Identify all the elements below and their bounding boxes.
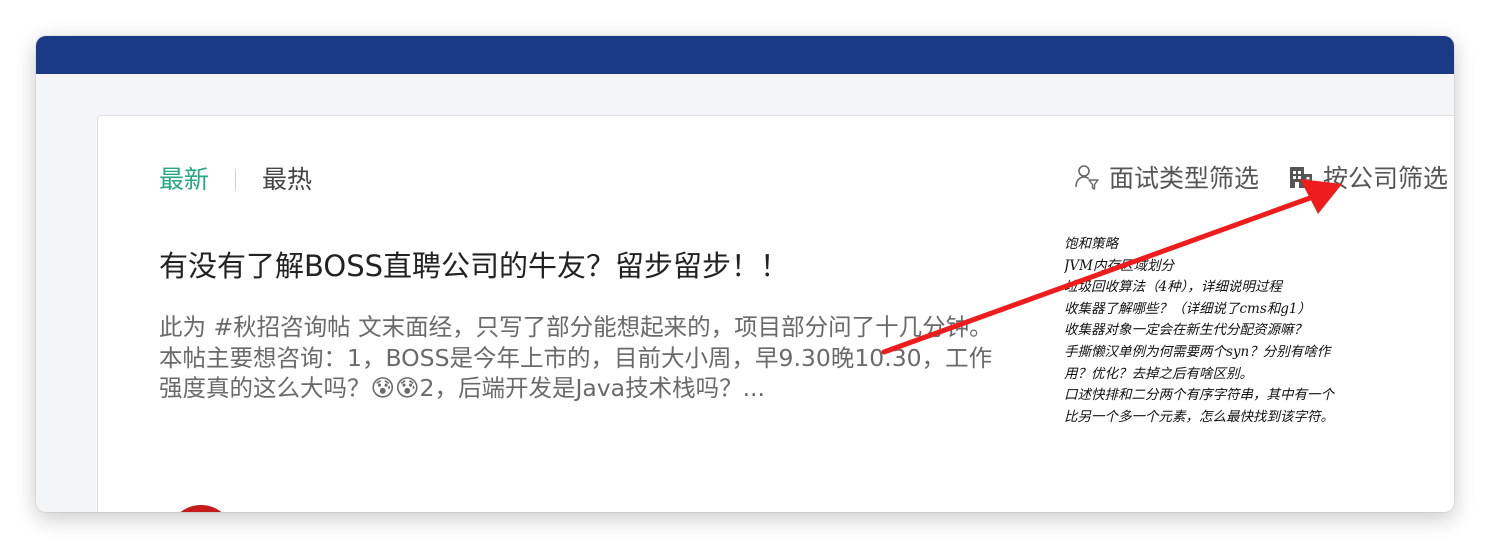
thumbnail-line: 手撕懒汉单例为何需要两个syn？分别有啥作 — [1064, 343, 1331, 360]
interview-type-filter-label: 面试类型筛选 — [1108, 164, 1259, 193]
thumbnail-line: 垃圾回收算法（4种），详细说明过程 — [1064, 279, 1282, 296]
post-thumbnail[interactable]: 饱和策略 JVM内存区域划分 垃圾回收算法（4种），详细说明过程 收集器了解哪些… — [1064, 234, 1424, 444]
company-filter-label: 按公司筛选 — [1322, 164, 1448, 193]
post-excerpt: 此为 #秋招咨询帖 文末面经，只写了部分能想起来的，项目部分问了十几分钟。本帖主… — [159, 313, 993, 402]
author-avatar[interactable] — [168, 505, 234, 512]
browser-window: 最新 最热 面试类型筛选 按公司筛选 有没有了解BOSS直聘公司的牛友？留步留步… — [36, 36, 1454, 512]
person-filter-icon — [1075, 165, 1099, 190]
building-icon — [1289, 167, 1312, 188]
thumbnail-line: 口述快排和二分两个有序字符串，其中有一个 — [1064, 387, 1334, 404]
filter-bar: 面试类型筛选 按公司筛选 — [1073, 159, 1448, 195]
tab-latest[interactable]: 最新 — [159, 164, 209, 196]
thumbnail-line: 饱和策略 — [1064, 236, 1118, 252]
thumbnail-line: 收集器对象一定会在新生代分配资源嘛？ — [1064, 322, 1307, 339]
thumbnail-line: 收集器了解哪些？（详细说了cms和g1） — [1064, 300, 1312, 317]
thumbnail-line: JVM内存区域划分 — [1064, 257, 1174, 274]
thumbnail-line: 用？优化？去掉之后有啥区别。 — [1064, 365, 1253, 382]
post-list-card: 最新 最热 面试类型筛选 按公司筛选 有没有了解BOSS直聘公司的牛友？留步留步… — [97, 115, 1454, 512]
thumbnail-line: 比另一个多一个元素，怎么最快找到该字符。 — [1064, 408, 1334, 425]
post-title[interactable]: 有没有了解BOSS直聘公司的牛友？留步留步！！ — [159, 246, 789, 286]
company-filter-button[interactable]: 按公司筛选 — [1287, 159, 1448, 195]
tab-hottest[interactable]: 最热 — [262, 164, 312, 196]
site-header-bar — [36, 36, 1454, 74]
interview-type-filter-button[interactable]: 面试类型筛选 — [1073, 159, 1259, 195]
tab-divider — [235, 169, 237, 191]
sort-tabs: 最新 最热 — [159, 164, 312, 196]
